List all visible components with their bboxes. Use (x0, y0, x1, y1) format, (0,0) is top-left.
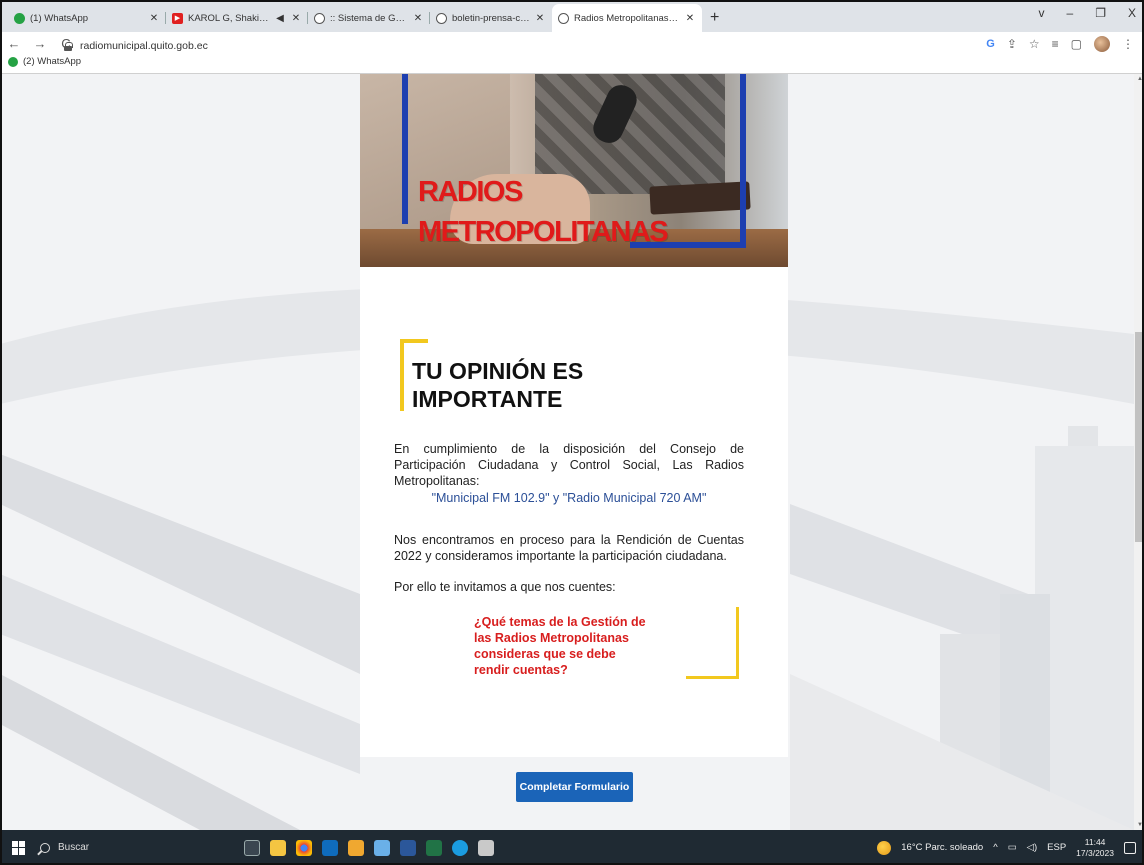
banner-title-line1: RADIOS (418, 176, 523, 208)
volume-icon[interactable]: ◁) (1027, 842, 1037, 853)
task-view-icon[interactable] (244, 839, 260, 856)
youtube-icon: ▶ (172, 12, 183, 24)
new-tab-button[interactable]: + (702, 4, 727, 32)
intro-paragraph: En cumplimiento de la disposición del Co… (394, 442, 744, 488)
language-indicator[interactable]: ESP (1047, 842, 1066, 853)
banner-title-line2: METROPOLITANAS (418, 216, 669, 248)
restore-button[interactable]: ❐ (1095, 6, 1106, 20)
skype-icon[interactable] (452, 839, 468, 856)
windows-taskbar: Buscar 16°C Parc. soleado ^ ▭ ◁) ESP 11:… (0, 830, 1144, 865)
banner-bracket-right (740, 74, 746, 248)
globe-icon (558, 12, 569, 24)
bookmark-whatsapp[interactable]: (2) WhatsApp (23, 56, 81, 67)
tab-boletin-prensa[interactable]: boletin-prensa-cpccs-1902-16.0 ✕ (430, 4, 552, 32)
content-card: TU OPINIÓN ES IMPORTANTE En cumplimiento… (360, 267, 788, 757)
page-title-line1: TU OPINIÓN ES (412, 358, 584, 384)
tab-title: Radios Metropolitanas – La Radi (574, 12, 680, 24)
close-window-button[interactable]: X (1128, 6, 1136, 20)
network-icon[interactable]: ▭ (1008, 842, 1017, 853)
banner-image: RADIOS METROPOLITANAS (360, 74, 788, 267)
notification-icon[interactable] (1124, 841, 1136, 854)
weather-text[interactable]: 16°C Parc. soleado (901, 842, 983, 853)
taskbar-search[interactable]: Buscar (40, 842, 190, 853)
tab-title: :: Sistema de Gestión Document (330, 12, 408, 24)
tab-search-button[interactable]: v (1039, 6, 1045, 20)
folder-icon[interactable] (348, 839, 364, 856)
tab-title: (1) WhatsApp (30, 12, 89, 24)
clock[interactable]: 11:44 17/3/2023 (1076, 837, 1114, 859)
accountability-paragraph: Nos encontramos en proceso para la Rendi… (394, 533, 744, 563)
windows-start-icon[interactable] (12, 840, 26, 855)
browser-app-icon[interactable] (374, 839, 390, 856)
outlook-icon[interactable] (322, 839, 338, 856)
chrome-icon[interactable] (296, 839, 312, 856)
question-text: ¿Qué temas de la Gestión de las Radios M… (474, 615, 646, 677)
profile-avatar[interactable] (1094, 36, 1110, 52)
photos-icon[interactable] (478, 839, 494, 856)
tab-strip: (1) WhatsApp ✕ ▶ KAROL G, Shakira - TQG … (0, 0, 1144, 32)
complete-form-button[interactable]: Completar Formulario (516, 772, 633, 802)
scroll-thumb[interactable] (1135, 332, 1143, 542)
window-controls: v – ❐ X (1039, 2, 1136, 24)
scroll-down-icon[interactable]: ▼ (1137, 822, 1143, 828)
globe-icon (314, 12, 325, 24)
clock-time: 11:44 (1084, 836, 1106, 847)
tab-gestion-documental[interactable]: :: Sistema de Gestión Document ✕ (308, 4, 430, 32)
scroll-up-icon[interactable]: ▲ (1137, 76, 1143, 82)
back-arrow-icon[interactable]: ← (6, 36, 22, 51)
word-icon[interactable] (400, 839, 416, 856)
browser-toolbar: ← → C radiomunicipal.quito.gob.ec G ⇪ ☆ … (0, 32, 1144, 74)
tab-title: KAROL G, Shakira - TQG (Off (188, 12, 270, 24)
tab-whatsapp[interactable]: (1) WhatsApp ✕ (8, 4, 166, 32)
share-icon[interactable]: ⇪ (1007, 37, 1017, 51)
tab-youtube[interactable]: ▶ KAROL G, Shakira - TQG (Off ◀ ✕ (166, 4, 308, 32)
banner-title: RADIOS METROPOLITANAS (418, 172, 669, 252)
system-tray: 16°C Parc. soleado ^ ▭ ◁) ESP 11:44 17/3… (877, 830, 1136, 865)
weather-icon[interactable] (877, 840, 892, 855)
close-icon[interactable]: ✕ (290, 13, 302, 24)
reading-list-icon[interactable]: ≡ (1052, 37, 1059, 51)
close-icon[interactable]: ✕ (412, 13, 424, 24)
excel-icon[interactable] (426, 839, 442, 856)
file-explorer-icon[interactable] (270, 839, 286, 856)
heading-accent-top (400, 339, 428, 343)
search-icon (40, 842, 50, 853)
star-icon[interactable]: ☆ (1029, 37, 1040, 51)
close-icon[interactable]: ✕ (684, 13, 696, 24)
clock-date: 17/3/2023 (1076, 847, 1114, 858)
page-viewport: RADIOS METROPOLITANAS TU OPINIÓN ES IMPO… (0, 74, 1134, 830)
menu-kebab-icon[interactable]: ⋮ (1122, 37, 1134, 51)
page-title: TU OPINIÓN ES IMPORTANTE (412, 357, 712, 413)
toolbar-actions: G ⇪ ☆ ≡ ▢ ⋮ (986, 36, 1134, 52)
minimize-button[interactable]: – (1067, 6, 1074, 20)
tray-chevron-icon[interactable]: ^ (993, 842, 997, 853)
banner-bracket-left (402, 74, 408, 224)
page-title-line2: IMPORTANTE (412, 386, 563, 412)
question-accent-horizontal (686, 676, 739, 679)
globe-icon (436, 12, 447, 24)
lock-icon[interactable] (64, 41, 73, 51)
taskbar-apps (244, 839, 494, 856)
taskbar-search-label: Buscar (58, 842, 90, 853)
tab-title: boletin-prensa-cpccs-1902-16.0 (452, 12, 530, 24)
invite-paragraph: Por ello te invitamos a que nos cuentes: (394, 580, 616, 594)
bookmarks-bar: (2) WhatsApp (8, 56, 81, 67)
side-panel-icon[interactable]: ▢ (1071, 37, 1082, 51)
whatsapp-icon (14, 12, 25, 24)
tab-radios-metropolitanas[interactable]: Radios Metropolitanas – La Radi ✕ (552, 4, 702, 32)
vertical-scrollbar[interactable]: ▲ ▼ (1134, 74, 1144, 830)
speaker-icon[interactable]: ◀ (274, 13, 286, 24)
address-bar[interactable]: radiomunicipal.quito.gob.ec (64, 37, 208, 55)
heading-accent-bar (400, 339, 404, 411)
whatsapp-icon (8, 56, 18, 67)
google-lens-icon[interactable]: G (986, 38, 995, 50)
forward-arrow-icon[interactable]: → (32, 36, 48, 51)
url-text: radiomunicipal.quito.gob.ec (80, 40, 208, 52)
close-icon[interactable]: ✕ (534, 13, 546, 24)
close-icon[interactable]: ✕ (148, 13, 160, 24)
question-accent-vertical (736, 607, 739, 679)
stations-highlight: "Municipal FM 102.9" y "Radio Municipal … (431, 491, 707, 505)
